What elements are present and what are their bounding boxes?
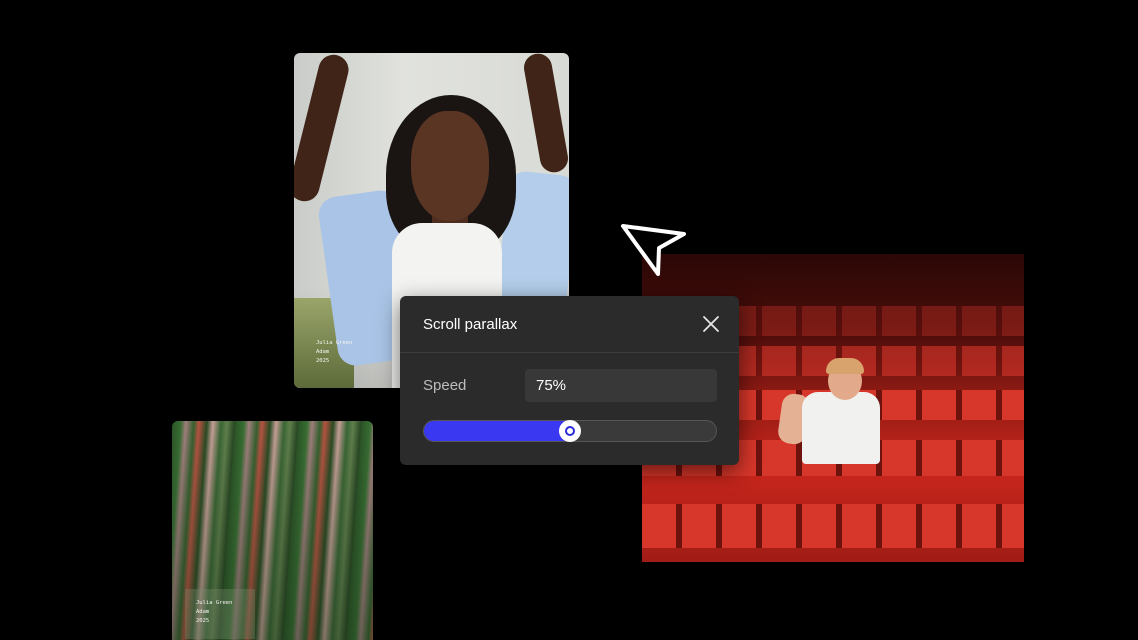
dialog-title: Scroll parallax (423, 316, 518, 333)
speed-label: Speed (423, 377, 467, 394)
caption-line2: Adam (196, 609, 210, 615)
seat-row (642, 504, 1024, 548)
person-body (802, 392, 880, 464)
arrow-pointer-icon (621, 224, 686, 276)
person-hair (826, 358, 864, 374)
slider-fill (424, 421, 570, 441)
speed-input[interactable]: 75% (525, 369, 717, 402)
dialog-header: Scroll parallax (400, 296, 739, 353)
blurred-photo-card[interactable]: Julia Green Adam 2025 (172, 421, 373, 640)
photo-arm-left (294, 53, 352, 205)
close-icon[interactable] (702, 315, 720, 333)
slider-handle[interactable] (559, 420, 581, 442)
caption-name: Julia Green (316, 340, 353, 346)
caption-line2: Adam (316, 349, 330, 355)
scroll-parallax-dialog: Scroll parallax Speed 75% (400, 296, 739, 465)
photo-caption: Julia Green Adam 2025 (316, 339, 352, 366)
caption-name: Julia Green (196, 600, 233, 606)
photo-arm-right (521, 53, 569, 175)
photo-caption: Julia Green Adam 2025 (196, 599, 232, 626)
caption-line3: 2025 (316, 358, 330, 364)
photo-face (411, 111, 489, 221)
speed-slider[interactable] (423, 420, 717, 442)
caption-line3: 2025 (196, 618, 210, 624)
